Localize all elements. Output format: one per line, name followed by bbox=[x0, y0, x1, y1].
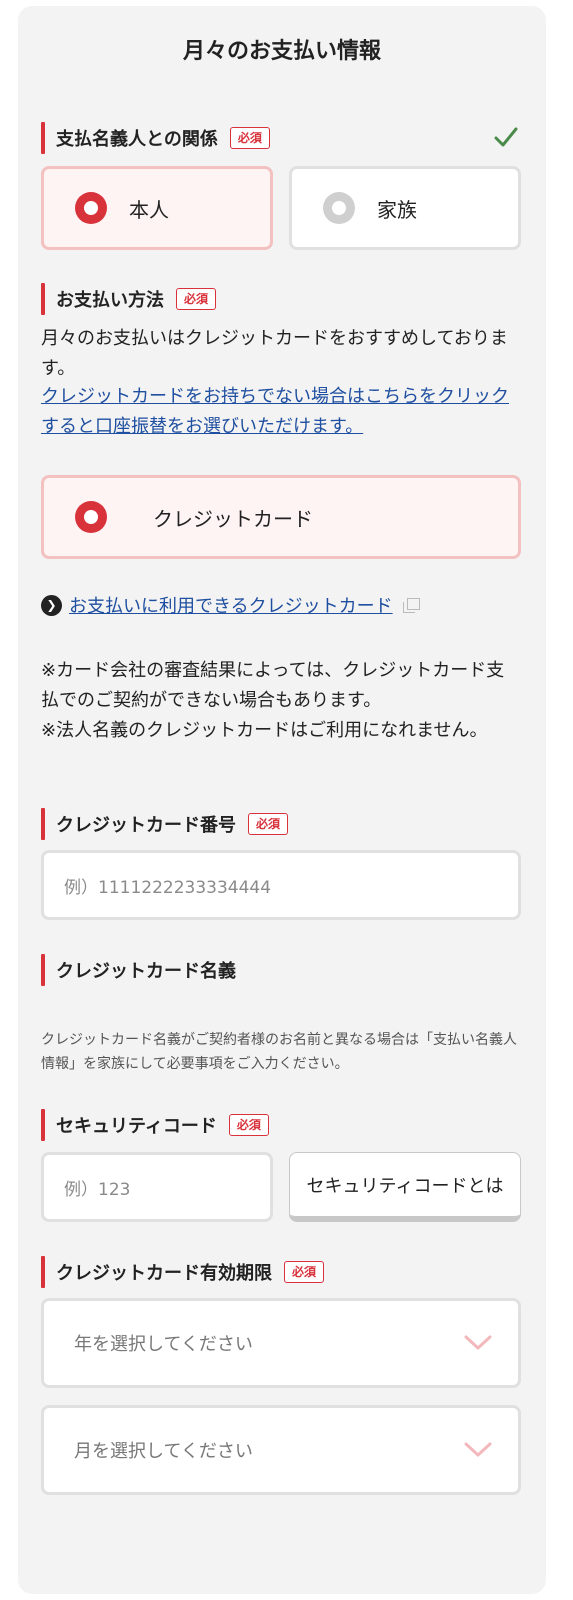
required-badge: 必須 bbox=[176, 288, 217, 310]
payment-option-credit-card[interactable]: クレジットカード bbox=[41, 475, 521, 559]
required-badge: 必須 bbox=[228, 1114, 269, 1136]
chevron-right-icon: ❯ bbox=[41, 594, 62, 616]
radio-selected-icon bbox=[75, 192, 107, 224]
card-name-note: クレジットカード名義がご契約者様のお名前と異なる場合は「支払い名義人情報」を家族… bbox=[41, 1032, 517, 1072]
security-code-help-button[interactable]: セキュリティコードとは bbox=[289, 1152, 521, 1222]
chevron-down-icon bbox=[464, 1442, 492, 1457]
section-bar bbox=[41, 283, 45, 315]
option-label: 本人 bbox=[129, 197, 169, 222]
relationship-label: 支払名義人との関係 必須 bbox=[41, 122, 270, 154]
payment-method-label: お支払い方法 必須 bbox=[41, 283, 217, 315]
available-cards-link-text[interactable]: お支払いに利用できるクレジットカード bbox=[69, 592, 393, 618]
payment-method-description: 月々のお支払いはクレジットカードをおすすめしております。 bbox=[41, 328, 508, 379]
card-note-1: ※カード会社の審査結果によっては、クレジットカード支払でのご契約ができない場合も… bbox=[41, 660, 505, 711]
option-label: 家族 bbox=[377, 197, 417, 222]
card-number-input[interactable]: 例）1111222233334444 bbox=[41, 850, 521, 920]
section-bar bbox=[41, 1109, 45, 1141]
chevron-down-icon bbox=[464, 1335, 492, 1350]
expiry-label-text: クレジットカード有効期限 bbox=[56, 1263, 272, 1284]
expiry-month-placeholder: 月を選択してください bbox=[74, 1441, 253, 1462]
expiry-month-select[interactable]: 月を選択してください bbox=[41, 1405, 521, 1495]
security-code-input[interactable]: 例）123 bbox=[41, 1152, 273, 1222]
security-code-label: セキュリティコード 必須 bbox=[41, 1109, 269, 1141]
bank-transfer-link-wrap: クレジットカードをお持ちでない場合はこちらをクリックすると口座振替をお選びいただ… bbox=[41, 382, 517, 442]
section-bar bbox=[41, 954, 45, 986]
section-bar bbox=[41, 1256, 45, 1288]
option-label: クレジットカード bbox=[153, 506, 313, 531]
relationship-option-family[interactable]: 家族 bbox=[289, 166, 521, 250]
card-name-label-text: クレジットカード名義 bbox=[56, 961, 236, 982]
section-bar bbox=[41, 808, 45, 840]
required-badge: 必須 bbox=[284, 1261, 325, 1283]
expiry-label: クレジットカード有効期限 必須 bbox=[41, 1256, 325, 1288]
card-name-label: クレジットカード名義 bbox=[41, 954, 236, 986]
external-window-icon bbox=[402, 598, 420, 613]
card-number-label-text: クレジットカード番号 bbox=[56, 815, 236, 836]
required-badge: 必須 bbox=[229, 127, 270, 149]
check-icon bbox=[494, 127, 518, 147]
bank-transfer-link[interactable]: クレジットカードをお持ちでない場合はこちらをクリックすると口座振替をお選びいただ… bbox=[41, 386, 509, 437]
card-number-label: クレジットカード番号 必須 bbox=[41, 808, 289, 840]
radio-unselected-icon bbox=[323, 192, 355, 224]
relationship-label-text: 支払名義人との関係 bbox=[56, 129, 218, 150]
expiry-year-select[interactable]: 年を選択してください bbox=[41, 1298, 521, 1388]
card-note-2: ※法人名義のクレジットカードはご利用になれません。 bbox=[41, 720, 488, 741]
section-bar bbox=[41, 122, 45, 154]
relationship-option-self[interactable]: 本人 bbox=[41, 166, 273, 250]
page-title: 月々のお支払い情報 bbox=[182, 39, 381, 64]
radio-selected-icon bbox=[75, 501, 107, 533]
expiry-year-placeholder: 年を選択してください bbox=[74, 1334, 253, 1355]
payment-method-label-text: お支払い方法 bbox=[56, 290, 164, 311]
required-badge: 必須 bbox=[248, 813, 289, 835]
available-cards-link[interactable]: ❯ お支払いに利用できるクレジットカード bbox=[41, 592, 420, 618]
security-code-label-text: セキュリティコード bbox=[56, 1116, 217, 1137]
